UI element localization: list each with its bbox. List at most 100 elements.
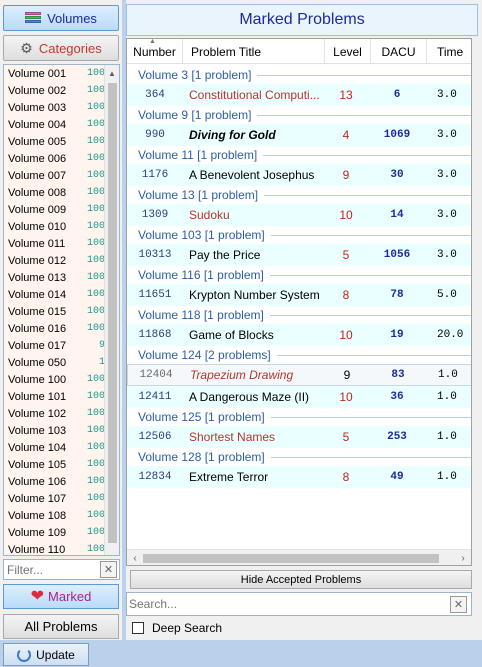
scroll-right-icon[interactable]: ›: [455, 550, 471, 565]
search-input[interactable]: [127, 593, 437, 615]
volume-count: 100: [86, 425, 105, 436]
column-header-level[interactable]: Level: [325, 39, 371, 64]
problem-number: 1309: [141, 209, 169, 221]
update-button[interactable]: Update: [3, 643, 89, 666]
clear-search-icon[interactable]: ✕: [450, 596, 467, 613]
volume-list-item[interactable]: Volume 002 100: [4, 82, 119, 99]
volume-name: Volume 015: [8, 305, 67, 318]
clear-filter-icon[interactable]: ✕: [100, 561, 117, 578]
problem-title: Shortest Names: [189, 430, 276, 444]
problem-row[interactable]: 12404 Trapezium Drawing 9 83 1.0: [127, 364, 471, 386]
horizontal-scrollbar[interactable]: ‹ ›: [127, 549, 471, 565]
volume-list-item[interactable]: Volume 110 100: [4, 541, 119, 555]
filter-input[interactable]: [4, 560, 96, 579]
problem-number: 12834: [138, 471, 172, 483]
volume-name: Volume 013: [8, 271, 67, 284]
volume-list-item[interactable]: Volume 105 100: [4, 456, 119, 473]
problem-row[interactable]: 12506 Shortest Names 5 253 1.0: [127, 426, 471, 448]
volume-list-item[interactable]: Volume 001 100: [4, 65, 119, 82]
volume-list-item[interactable]: Volume 103 100: [4, 422, 119, 439]
column-header-dacu[interactable]: DACU: [371, 39, 427, 64]
volume-list-item[interactable]: Volume 007 100: [4, 167, 119, 184]
deep-search-checkbox[interactable]: [132, 622, 144, 634]
problem-row[interactable]: 11651 Krypton Number System 8 78 5.0: [127, 284, 471, 306]
problem-row[interactable]: 11868 Game of Blocks 10 19 20.0: [127, 324, 471, 346]
problem-row[interactable]: 12411 A Dangerous Maze (II) 10 36 1.0: [127, 386, 471, 408]
volume-name: Volume 108: [8, 509, 67, 522]
group-header[interactable]: Volume 9 [1 problem]: [127, 106, 471, 124]
deep-search-option[interactable]: Deep Search: [132, 620, 222, 636]
volume-list-item[interactable]: Volume 102 100: [4, 405, 119, 422]
group-header[interactable]: Volume 124 [2 problems]: [127, 346, 471, 364]
volume-count: 100: [86, 408, 105, 419]
volumes-button[interactable]: Volumes: [3, 5, 119, 31]
problem-title: Diving for Gold: [189, 128, 276, 142]
volume-list-item[interactable]: Volume 107 100: [4, 490, 119, 507]
group-divider: [270, 416, 471, 418]
volume-list-item[interactable]: Volume 050 1: [4, 354, 119, 371]
volume-list-item[interactable]: Volume 101 100: [4, 388, 119, 405]
volume-list-item[interactable]: Volume 106 100: [4, 473, 119, 490]
problem-title: A Dangerous Maze (II): [189, 390, 310, 404]
group-header[interactable]: Volume 128 [1 problem]: [127, 448, 471, 466]
volume-list-item[interactable]: Volume 004 100: [4, 116, 119, 133]
volume-count: 100: [86, 391, 105, 402]
column-header-time[interactable]: Time: [427, 39, 471, 64]
volume-list-item[interactable]: Volume 008 100: [4, 184, 119, 201]
problem-row[interactable]: 10313 Pay the Price 5 1056 3.0: [127, 244, 471, 266]
volume-list-item[interactable]: Volume 013 100: [4, 269, 119, 286]
volume-list-item[interactable]: Volume 014 100: [4, 286, 119, 303]
volume-list-item[interactable]: Volume 011 100: [4, 235, 119, 252]
group-label: Volume 103 [1 problem]: [138, 228, 265, 242]
volume-list-item[interactable]: Volume 016 100: [4, 320, 119, 337]
problem-row[interactable]: 990 Diving for Gold 4 1069 3.0: [127, 124, 471, 146]
problem-row[interactable]: 364 Constitutional Computi... 13 6 3.0: [127, 84, 471, 106]
group-header[interactable]: Volume 11 [1 problem]: [127, 146, 471, 164]
problem-level: 9: [342, 168, 350, 182]
volume-name: Volume 017: [8, 339, 67, 352]
volume-list-item[interactable]: Volume 015 100: [4, 303, 119, 320]
problem-row[interactable]: 12834 Extreme Terror 8 49 1.0: [127, 466, 471, 488]
all-problems-button[interactable]: All Problems: [3, 614, 119, 639]
scroll-thumb[interactable]: [108, 83, 117, 543]
problems-grid: ▲ Number Problem Title Level DACU Time V…: [126, 38, 472, 566]
volume-list-item[interactable]: Volume 012 100: [4, 252, 119, 269]
problem-time: 1.0: [437, 471, 457, 483]
scroll-left-icon[interactable]: ‹: [127, 550, 143, 565]
volume-list-item[interactable]: Volume 005 100: [4, 133, 119, 150]
volume-name: Volume 101: [8, 390, 67, 403]
marked-button[interactable]: ❤ Marked: [3, 584, 119, 609]
horizontal-scroll-thumb[interactable]: [143, 554, 439, 563]
problem-dacu: 19: [390, 329, 404, 341]
problem-row[interactable]: 1309 Sudoku 10 14 3.0: [127, 204, 471, 226]
scroll-up-icon[interactable]: ▲: [105, 65, 119, 81]
volume-list-item[interactable]: Volume 006 100: [4, 150, 119, 167]
volume-list-item[interactable]: Volume 010 100: [4, 218, 119, 235]
volume-scrollbar[interactable]: ▲: [104, 65, 119, 555]
volume-list-item[interactable]: Volume 009 100: [4, 201, 119, 218]
group-label: Volume 124 [2 problems]: [138, 348, 271, 362]
volume-list-item[interactable]: Volume 109 100: [4, 524, 119, 541]
volume-name: Volume 004: [8, 118, 67, 131]
problem-time: 1.0: [437, 431, 457, 443]
volume-list-item[interactable]: Volume 100 100: [4, 371, 119, 388]
column-header-number[interactable]: ▲ Number: [127, 39, 183, 64]
hide-accepted-button[interactable]: Hide Accepted Problems: [130, 570, 472, 589]
categories-button[interactable]: ⚙ Categories: [3, 35, 119, 61]
group-header[interactable]: Volume 3 [1 problem]: [127, 66, 471, 84]
volume-list-item[interactable]: Volume 108 100: [4, 507, 119, 524]
group-header[interactable]: Volume 13 [1 problem]: [127, 186, 471, 204]
group-header[interactable]: Volume 125 [1 problem]: [127, 408, 471, 426]
group-header[interactable]: Volume 118 [1 problem]: [127, 306, 471, 324]
volume-list-item[interactable]: Volume 104 100: [4, 439, 119, 456]
group-header[interactable]: Volume 103 [1 problem]: [127, 226, 471, 244]
volume-list-item[interactable]: Volume 003 100: [4, 99, 119, 116]
group-divider: [270, 234, 471, 236]
column-header-title[interactable]: Problem Title: [183, 39, 325, 64]
group-label: Volume 116 [1 problem]: [138, 268, 264, 282]
group-label: Volume 11 [1 problem]: [138, 148, 258, 162]
filter-box: ✕: [3, 559, 120, 580]
problem-row[interactable]: 1176 A Benevolent Josephus 9 30 3.0: [127, 164, 471, 186]
group-header[interactable]: Volume 116 [1 problem]: [127, 266, 471, 284]
volume-list-item[interactable]: Volume 017 9: [4, 337, 119, 354]
